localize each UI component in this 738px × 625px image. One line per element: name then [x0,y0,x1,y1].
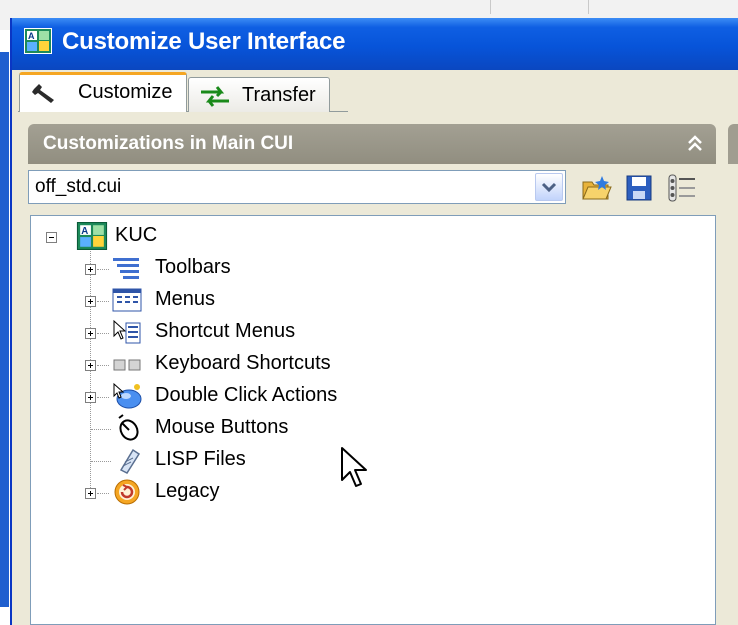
tree-node-legacy[interactable]: Legacy [31,478,431,508]
tree-node-shortcut-menus[interactable]: Shortcut Menus [31,318,431,348]
keyboard-shortcuts-icon [113,359,141,371]
mouse-buttons-icon [118,414,139,441]
tree-node-root[interactable]: A KUC [31,222,331,252]
cui-file-select[interactable]: off_std.cui [28,170,566,204]
cui-file-value: off_std.cui [35,176,122,197]
tree-node-label: Legacy [155,480,220,502]
tree-node-label: Keyboard Shortcuts [155,352,331,374]
tab-transfer-label: Transfer [242,84,316,106]
tree-connector [91,461,111,462]
panel-title: Customizations in Main CUI [43,133,294,154]
adjacent-panel-header [728,124,738,164]
tree-node-label: LISP Files [155,448,246,470]
window-title: Customize User Interface [62,28,346,55]
expand-toggle[interactable] [85,328,96,339]
lisp-files-icon [119,448,141,474]
divider [588,0,589,14]
tree-connector [97,493,109,494]
double-click-actions-icon [113,382,142,409]
tree-node-keyboard-shortcuts[interactable]: Keyboard Shortcuts [31,350,451,380]
expand-toggle[interactable] [85,488,96,499]
title-bar[interactable]: A Customize User Interface [12,18,738,70]
divider [490,0,491,14]
chevron-down-icon [541,182,557,193]
panel-header[interactable]: Customizations in Main CUI [28,124,716,164]
legacy-icon [114,479,140,505]
tree-node-menus[interactable]: Menus [31,286,431,316]
tab-customize-label: Customize [78,81,173,103]
collapse-chevrons-icon[interactable] [686,134,704,154]
tree-connector [97,365,109,366]
wrench-icon [32,84,54,103]
tree-node-label: Shortcut Menus [155,320,296,342]
shortcut-menus-icon [113,319,141,344]
tree-connector [97,333,109,334]
expand-toggle[interactable] [85,360,96,371]
svg-text:A: A [81,226,88,237]
tree-node-label: Toolbars [155,256,231,278]
open-file-icon[interactable] [580,172,612,204]
tree-connector [97,301,109,302]
tree-connector [91,429,111,430]
mouse-cursor-icon [341,447,367,487]
collapse-toggle[interactable] [46,232,57,243]
menus-icon [112,288,142,312]
tree-connector [97,269,109,270]
display-filters-icon[interactable] [666,172,698,204]
transfer-arrows-icon [201,86,229,107]
tree-node-toolbars[interactable]: Toolbars [31,254,431,284]
window-left-edge [0,52,9,607]
tree-connector [97,397,109,398]
tree-node-label: Double Click Actions [155,384,338,406]
tree-node-label: Menus [155,288,216,310]
app-icon: A [24,28,52,54]
expand-toggle[interactable] [85,264,96,275]
tree-node-label: Mouse Buttons [155,416,289,438]
svg-text:A: A [28,31,35,41]
tree-node-label: KUC [115,224,158,246]
expand-toggle[interactable] [85,392,96,403]
tree-node-double-click-actions[interactable]: Double Click Actions [31,382,451,412]
expand-toggle[interactable] [85,296,96,307]
customizations-tree[interactable]: A KUC Toolbars Menus Shortcut Menus Keyb… [30,215,716,625]
toolbars-icon [113,258,139,279]
cui-root-icon: A [76,222,108,250]
tree-node-mouse-buttons[interactable]: Mouse Buttons [31,414,431,444]
tab-transfer[interactable]: Transfer [188,77,330,112]
save-icon[interactable] [623,172,655,204]
dropdown-button[interactable] [535,173,563,201]
tree-node-lisp-files[interactable]: LISP Files [31,446,431,476]
tab-customize[interactable]: Customize [19,72,187,112]
